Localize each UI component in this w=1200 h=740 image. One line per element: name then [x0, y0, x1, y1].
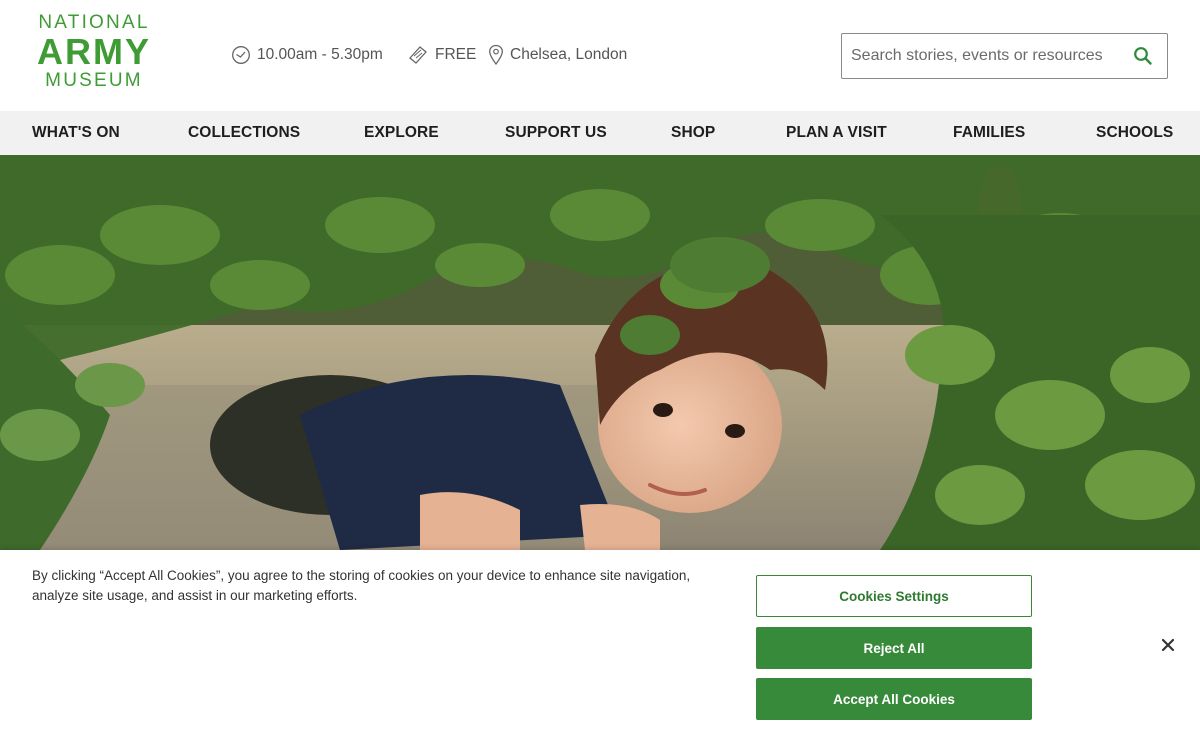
site-search: [841, 33, 1168, 79]
nav-item-shop[interactable]: SHOP: [671, 124, 715, 142]
cookie-consent-text: By clicking “Accept All Cookies”, you ag…: [32, 568, 691, 603]
nav-item-collections[interactable]: COLLECTIONS: [188, 124, 300, 142]
nav-item-whats-on[interactable]: WHAT'S ON: [32, 124, 120, 142]
clock-icon: [232, 46, 250, 64]
logo-line-army: ARMY: [37, 31, 151, 72]
opening-hours-text: 10.00am - 5.30pm: [257, 46, 383, 63]
cookie-banner: By clicking “Accept All Cookies”, you ag…: [0, 550, 1200, 740]
map-pin-icon: [489, 44, 503, 66]
accept-all-cookies-button[interactable]: Accept All Cookies: [756, 678, 1032, 720]
hero-image: [0, 155, 1200, 550]
museum-location: Chelsea, London: [488, 43, 627, 67]
opening-hours: 10.00am - 5.30pm: [231, 43, 383, 67]
museum-location-text: Chelsea, London: [510, 46, 628, 63]
site-header: NATIONAL ARMY MUSEUM 10.00am - 5.30pm FR…: [0, 0, 1200, 111]
search-input[interactable]: [842, 36, 1122, 76]
main-navigation: WHAT'S ON COLLECTIONS EXPLORE SUPPORT US…: [0, 111, 1200, 155]
nav-item-explore[interactable]: EXPLORE: [364, 124, 439, 142]
admission-price-text: FREE: [435, 46, 477, 63]
museum-logo[interactable]: NATIONAL ARMY MUSEUM: [34, 12, 154, 92]
nav-item-plan-a-visit[interactable]: PLAN A VISIT: [786, 124, 887, 142]
search-icon[interactable]: [1133, 46, 1153, 71]
nav-item-families[interactable]: FAMILIES: [953, 124, 1025, 142]
logo-line-museum: MUSEUM: [45, 70, 143, 91]
nav-item-support-us[interactable]: SUPPORT US: [505, 124, 607, 142]
ticket-icon: [409, 46, 427, 64]
reject-all-button[interactable]: Reject All: [756, 627, 1032, 669]
admission-price: FREE: [407, 43, 476, 67]
cookies-settings-button[interactable]: Cookies Settings: [756, 575, 1032, 617]
close-icon[interactable]: [1158, 635, 1178, 655]
nav-item-schools[interactable]: SCHOOLS: [1096, 124, 1173, 142]
